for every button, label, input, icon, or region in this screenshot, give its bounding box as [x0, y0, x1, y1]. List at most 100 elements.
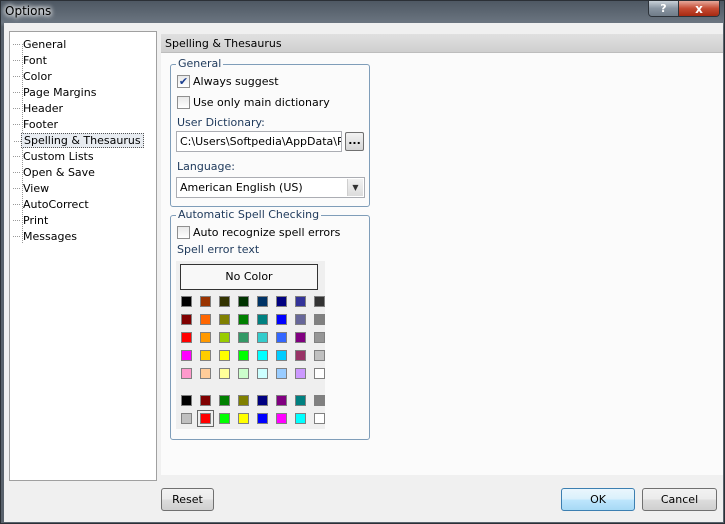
- language-select[interactable]: American English (US) ▼: [176, 177, 365, 198]
- settings-pane: Spelling & Thesaurus General ✔ Always su…: [161, 34, 723, 475]
- palette-color-swatch[interactable]: [276, 314, 287, 325]
- palette-color-swatch[interactable]: [276, 350, 287, 361]
- palette-color-swatch[interactable]: [276, 332, 287, 343]
- tree-item-color[interactable]: Color: [13, 69, 54, 84]
- language-value: American English (US): [180, 181, 303, 194]
- reset-button[interactable]: Reset: [161, 488, 214, 511]
- tree-item-autocorrect[interactable]: AutoCorrect: [13, 197, 91, 212]
- recent-color-swatch[interactable]: [238, 395, 249, 406]
- palette-color-swatch[interactable]: [181, 314, 192, 325]
- palette-color-swatch[interactable]: [314, 350, 325, 361]
- title-bar[interactable]: Options ? x: [1, 1, 724, 23]
- recent-color-swatch[interactable]: [197, 410, 214, 427]
- tree-item-spelling-thesaurus[interactable]: Spelling & Thesaurus: [14, 133, 144, 148]
- palette-color-swatch[interactable]: [219, 368, 230, 379]
- recent-color-swatch[interactable]: [181, 413, 192, 424]
- recent-color-swatch[interactable]: [257, 395, 268, 406]
- recent-color-swatch[interactable]: [219, 413, 230, 424]
- tree-item-font[interactable]: Font: [13, 53, 49, 68]
- palette-color-swatch[interactable]: [238, 368, 249, 379]
- options-tree[interactable]: General Font Color Page Margins Header Footer…: [9, 31, 157, 481]
- cancel-button[interactable]: Cancel: [642, 488, 717, 511]
- palette-color-swatch[interactable]: [314, 314, 325, 325]
- palette-color-swatch[interactable]: [238, 350, 249, 361]
- palette-color-swatch[interactable]: [200, 332, 211, 343]
- recent-color-swatch[interactable]: [295, 413, 306, 424]
- palette-color-swatch[interactable]: [257, 368, 268, 379]
- user-dictionary-field[interactable]: C:\Users\Softpedia\AppData\Roa: [176, 131, 342, 152]
- always-suggest-box[interactable]: ✔: [177, 75, 190, 88]
- palette-color-swatch[interactable]: [257, 332, 268, 343]
- palette-color-swatch[interactable]: [257, 314, 268, 325]
- palette-color-swatch[interactable]: [238, 314, 249, 325]
- help-button[interactable]: ?: [649, 1, 679, 16]
- palette-color-swatch[interactable]: [219, 314, 230, 325]
- language-label: Language:: [177, 160, 235, 173]
- always-suggest-label: Always suggest: [193, 75, 279, 88]
- recent-color-swatch[interactable]: [276, 395, 287, 406]
- spell-error-text-label: Spell error text: [177, 243, 260, 256]
- palette-color-swatch[interactable]: [219, 296, 230, 307]
- ok-button[interactable]: OK: [561, 488, 635, 511]
- auto-recognize-box[interactable]: [177, 226, 190, 239]
- tree-item-print[interactable]: Print: [12, 213, 50, 228]
- palette-color-swatch[interactable]: [200, 368, 211, 379]
- palette-color-swatch[interactable]: [276, 368, 287, 379]
- main-dictionary-label: Use only main dictionary: [193, 96, 330, 109]
- auto-recognize-checkbox[interactable]: Auto recognize spell errors: [177, 225, 340, 240]
- palette-color-swatch[interactable]: [181, 332, 192, 343]
- palette-color-swatch[interactable]: [257, 350, 268, 361]
- tree-item-general[interactable]: General: [12, 37, 68, 52]
- tree-item-footer[interactable]: Footer: [13, 117, 60, 132]
- tree-item-custom-lists[interactable]: Custom Lists: [13, 149, 96, 164]
- palette-color-swatch[interactable]: [219, 350, 230, 361]
- general-group: General ✔ Always suggest Use only main d…: [170, 57, 370, 207]
- palette-color-swatch[interactable]: [314, 296, 325, 307]
- recent-color-swatch[interactable]: [238, 413, 249, 424]
- tree-item-messages[interactable]: Messages: [13, 229, 79, 244]
- palette-color-swatch[interactable]: [295, 296, 306, 307]
- always-suggest-checkbox[interactable]: ✔ Always suggest: [177, 74, 279, 89]
- recent-color-swatch[interactable]: [314, 413, 325, 424]
- recent-color-swatch[interactable]: [219, 395, 230, 406]
- tree-item-open-save[interactable]: Open & Save: [13, 165, 97, 180]
- recent-color-swatch[interactable]: [314, 395, 325, 406]
- palette-color-swatch[interactable]: [181, 296, 192, 307]
- palette-color-swatch[interactable]: [276, 296, 287, 307]
- palette-color-swatch[interactable]: [314, 368, 325, 379]
- recent-color-swatch[interactable]: [276, 413, 287, 424]
- palette-color-swatch[interactable]: [200, 350, 211, 361]
- window-title: Options: [5, 4, 52, 18]
- palette-color-swatch[interactable]: [295, 314, 306, 325]
- palette-color-swatch[interactable]: [314, 332, 325, 343]
- palette-color-swatch[interactable]: [238, 296, 249, 307]
- palette-color-swatch[interactable]: [219, 332, 230, 343]
- tree-item-header[interactable]: Header: [12, 101, 65, 116]
- close-button[interactable]: x: [679, 1, 719, 16]
- tree-item-view[interactable]: View: [12, 181, 51, 196]
- auto-spell-group: Automatic Spell Checking Auto recognize …: [170, 208, 370, 440]
- palette-color-swatch[interactable]: [257, 296, 268, 307]
- caption-buttons: ? x: [648, 1, 720, 17]
- palette-color-swatch[interactable]: [200, 314, 211, 325]
- palette-color-swatch[interactable]: [238, 332, 249, 343]
- auto-recognize-label: Auto recognize spell errors: [193, 226, 341, 239]
- chevron-down-icon[interactable]: ▼: [347, 179, 363, 196]
- palette-color-swatch[interactable]: [200, 296, 211, 307]
- main-dictionary-box[interactable]: [177, 96, 190, 109]
- palette-color-swatch[interactable]: [295, 332, 306, 343]
- no-color-button[interactable]: No Color: [180, 264, 318, 290]
- palette-color-swatch[interactable]: [295, 368, 306, 379]
- tree-item-page-margins[interactable]: Page Margins: [12, 85, 98, 100]
- recent-color-swatch[interactable]: [200, 395, 211, 406]
- recent-color-swatch[interactable]: [181, 395, 192, 406]
- palette-color-swatch[interactable]: [181, 368, 192, 379]
- recent-color-swatch[interactable]: [257, 413, 268, 424]
- recent-color-swatch[interactable]: [295, 395, 306, 406]
- close-icon: x: [695, 1, 703, 16]
- main-dictionary-checkbox[interactable]: Use only main dictionary: [177, 95, 330, 110]
- palette-color-swatch[interactable]: [295, 350, 306, 361]
- palette-color-swatch[interactable]: [181, 350, 192, 361]
- pane-header: Spelling & Thesaurus: [161, 34, 723, 53]
- browse-dictionary-button[interactable]: ...: [345, 132, 364, 151]
